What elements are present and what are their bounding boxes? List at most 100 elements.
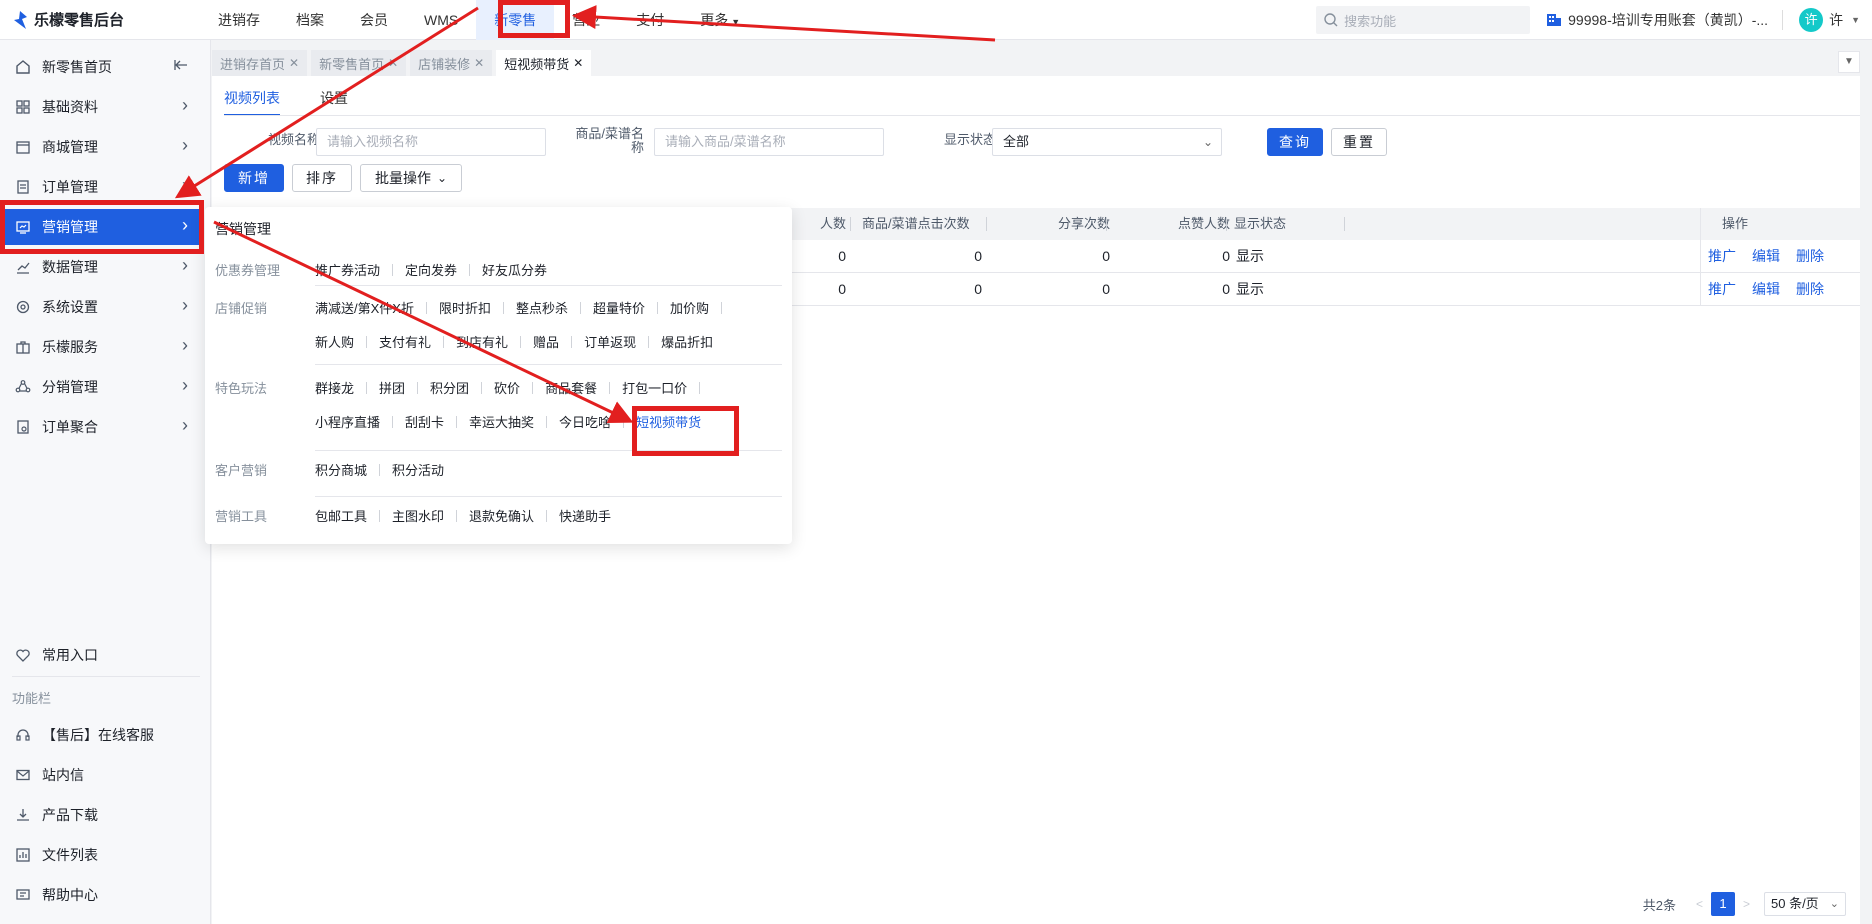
- promote-link[interactable]: 推广: [1708, 240, 1736, 272]
- top-nav-item[interactable]: WMS: [406, 0, 476, 40]
- menu-item[interactable]: 小程序直播: [315, 412, 392, 431]
- menu-item[interactable]: 订单返现: [584, 332, 648, 351]
- top-nav-item[interactable]: 会员: [342, 0, 406, 40]
- reset-button[interactable]: 重置: [1331, 128, 1387, 156]
- separator: [648, 335, 650, 348]
- menu-item[interactable]: 支付有礼: [379, 332, 443, 351]
- menu-item[interactable]: 群接龙: [315, 378, 366, 397]
- cell-status: 显示: [1236, 248, 1264, 264]
- collapse-sidebar-icon[interactable]: [174, 59, 188, 74]
- sidebar-item[interactable]: 数据管理 ›: [0, 249, 204, 285]
- query-button[interactable]: 查询: [1267, 128, 1323, 156]
- chevron-down-icon: ⌄: [1202, 135, 1213, 149]
- account-selector[interactable]: 99998-培训专用账套（黄凯）-...: [1546, 10, 1784, 30]
- next-page-icon[interactable]: >: [1743, 897, 1750, 911]
- sidebar-item[interactable]: 商城管理 ›: [0, 129, 204, 165]
- edit-link[interactable]: 编辑: [1752, 273, 1780, 305]
- menu-item[interactable]: 积分活动: [392, 460, 456, 479]
- sidebar-item[interactable]: 基础资料 ›: [0, 89, 204, 125]
- video-name-input[interactable]: 请输入视频名称: [316, 128, 546, 156]
- top-nav-item[interactable]: 档案: [278, 0, 342, 40]
- menu-item[interactable]: 幸运大抽奖: [469, 412, 546, 431]
- menu-item[interactable]: 满减送/第X件X折: [315, 298, 426, 317]
- menu-item[interactable]: 刮刮卡: [405, 412, 456, 431]
- menu-item[interactable]: 积分商城: [315, 460, 379, 479]
- close-icon[interactable]: ✕: [474, 56, 484, 70]
- common-entry[interactable]: 常用入口: [0, 637, 204, 673]
- menu-item[interactable]: 商品套餐: [545, 378, 609, 397]
- sort-button[interactable]: 排序: [292, 164, 352, 192]
- menu-item[interactable]: 限时折扣: [439, 298, 503, 317]
- menu-item[interactable]: 定向发券: [405, 260, 469, 279]
- page-size-select[interactable]: 50 条/页 ⌄: [1764, 892, 1846, 916]
- page-tab[interactable]: 新零售首页 ✕: [311, 50, 407, 76]
- menu-item[interactable]: 积分团: [430, 378, 481, 397]
- close-icon[interactable]: ✕: [573, 56, 583, 70]
- menu-row: 群接龙 拼团 积分团 砍价 商品套餐 打包一口价: [315, 378, 712, 397]
- page-tabs: 进销存首页 ✕ 新零售首页 ✕ 店铺装修 ✕ 短视频带货 ✕ ▼: [212, 48, 1872, 76]
- page-tab[interactable]: 短视频带货 ✕: [496, 50, 592, 76]
- subtab-settings[interactable]: 设置: [320, 88, 348, 116]
- sidebar-item[interactable]: 系统设置 ›: [0, 289, 204, 325]
- menu-item[interactable]: 包邮工具: [315, 506, 379, 525]
- menu-item[interactable]: 打包一口价: [622, 378, 699, 397]
- sidebar-bottom-item[interactable]: 站内信: [0, 757, 204, 793]
- sidebar-item[interactable]: 订单聚合 ›: [0, 409, 204, 445]
- search-input[interactable]: 搜索功能: [1316, 6, 1531, 34]
- menu-row: 积分商城 积分活动: [315, 460, 456, 479]
- sidebar-bottom-item[interactable]: 【售后】在线客服: [0, 717, 204, 753]
- grid-icon: [14, 98, 32, 116]
- page-tab-label: 店铺装修: [418, 56, 471, 72]
- separator: [379, 509, 381, 522]
- sidebar-bottom-item[interactable]: 产品下载: [0, 797, 204, 833]
- prev-page-icon[interactable]: <: [1696, 897, 1703, 911]
- add-button[interactable]: 新增: [224, 164, 284, 192]
- top-nav-item[interactable]: 支付: [618, 0, 682, 40]
- menu-item[interactable]: 超量特价: [593, 298, 657, 317]
- menu-item[interactable]: 加价购: [670, 298, 721, 317]
- sidebar-bottom-item[interactable]: 文件列表: [0, 837, 204, 873]
- status-select[interactable]: 全部 ⌄: [992, 128, 1222, 156]
- menu-item[interactable]: 好友瓜分券: [482, 260, 559, 279]
- sidebar-item[interactable]: 新零售首页: [0, 49, 204, 85]
- menu-item[interactable]: 赠品: [533, 332, 571, 351]
- subtab-video-list[interactable]: 视频列表: [224, 88, 280, 116]
- page-number[interactable]: 1: [1710, 892, 1735, 916]
- menu-item[interactable]: 快递助手: [559, 506, 623, 525]
- sidebar-item-label: 商城管理: [42, 139, 98, 155]
- menu-item[interactable]: 新人购: [315, 332, 366, 351]
- menu-item[interactable]: 退款免确认: [469, 506, 546, 525]
- top-nav-item[interactable]: 更多 ▼: [682, 0, 758, 40]
- top-nav-item[interactable]: 进销存: [200, 0, 278, 40]
- sidebar-bottom-item[interactable]: 帮助中心: [0, 877, 204, 913]
- close-icon[interactable]: ✕: [289, 56, 299, 70]
- user-name[interactable]: 许: [1829, 10, 1843, 30]
- avatar[interactable]: 许: [1799, 8, 1824, 32]
- menu-item[interactable]: 主图水印: [392, 506, 456, 525]
- top-nav-label: 营业: [572, 11, 601, 28]
- sidebar-item[interactable]: 分销管理 ›: [0, 369, 204, 405]
- batch-operation-button[interactable]: 批量操作 ⌄: [360, 164, 462, 192]
- delete-link[interactable]: 删除: [1796, 273, 1824, 305]
- edit-link[interactable]: 编辑: [1752, 240, 1780, 272]
- search-placeholder: 搜索功能: [1344, 13, 1397, 29]
- close-icon[interactable]: ✕: [388, 56, 398, 70]
- menu-item[interactable]: 整点秒杀: [516, 298, 580, 317]
- product-name-input[interactable]: 请输入商品/菜谱名称: [654, 128, 884, 156]
- sidebar-item[interactable]: 乐檬服务 ›: [0, 329, 204, 365]
- menu-item[interactable]: 今日吃啥: [559, 412, 623, 431]
- promote-link[interactable]: 推广: [1708, 273, 1736, 305]
- tabs-more-icon[interactable]: ▼: [1838, 51, 1860, 73]
- page-tab[interactable]: 进销存首页 ✕: [212, 50, 308, 76]
- app-logo[interactable]: 乐檬零售后台: [0, 9, 200, 30]
- chevron-down-icon[interactable]: ▼: [1851, 15, 1860, 25]
- menu-item[interactable]: 砍价: [494, 378, 532, 397]
- menu-item[interactable]: 爆品折扣: [661, 332, 725, 351]
- sidebar-item-label: 订单管理: [42, 179, 98, 195]
- separator: [699, 381, 701, 394]
- menu-item[interactable]: 到店有礼: [456, 332, 520, 351]
- delete-link[interactable]: 删除: [1796, 240, 1824, 272]
- menu-item[interactable]: 推广券活动: [315, 260, 392, 279]
- menu-item[interactable]: 拼团: [379, 378, 417, 397]
- page-tab[interactable]: 店铺装修 ✕: [410, 50, 493, 76]
